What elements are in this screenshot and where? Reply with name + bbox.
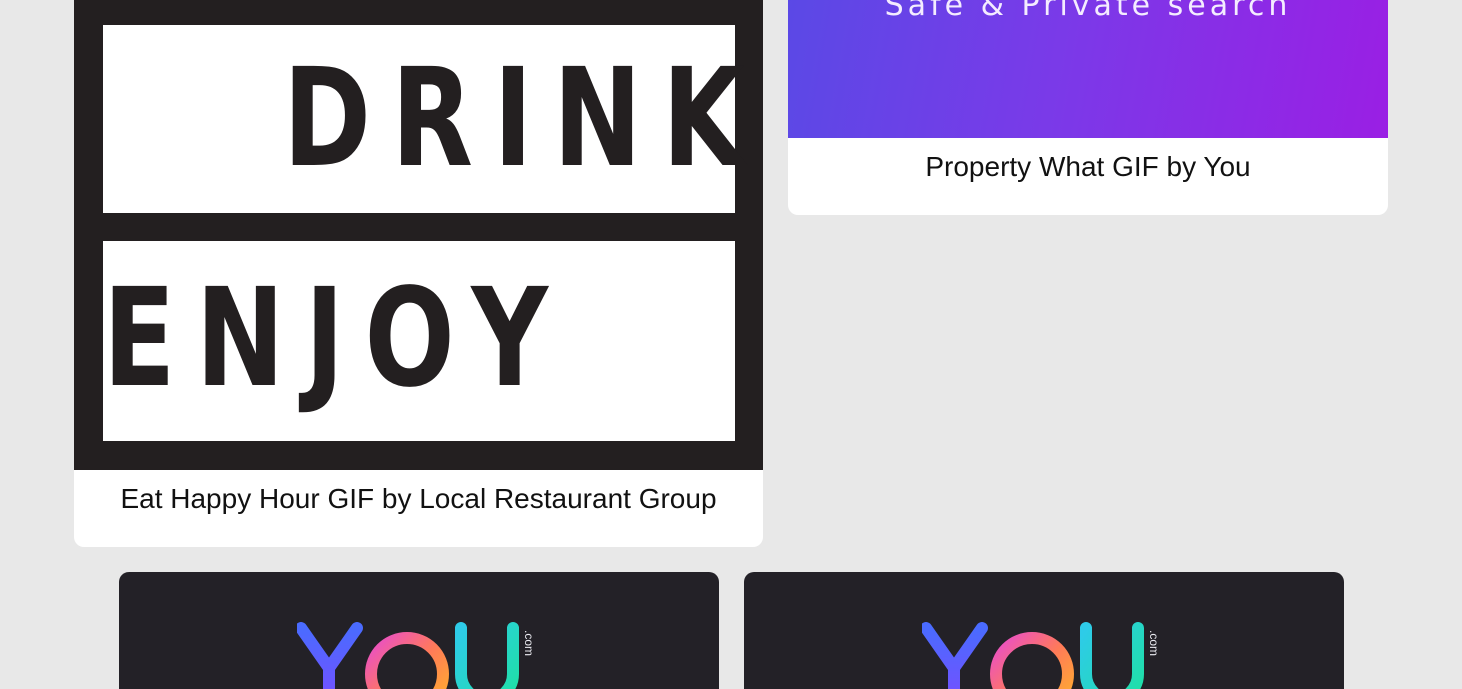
gif-results-page: DRINK ENJOY Eat Happy Hour GIF by Local … [0, 0, 1462, 689]
gif-card-property-what[interactable]: Safe & Private search Property What GIF … [788, 0, 1388, 215]
gif-caption[interactable]: Property What GIF by You [788, 151, 1388, 183]
you-logo-icon: .com [922, 622, 1161, 689]
gif-card-you-logo[interactable]: .com [744, 572, 1344, 689]
gif-caption[interactable]: Eat Happy Hour GIF by Local Restaurant G… [74, 483, 763, 515]
gif-panel-top: DRINK [103, 25, 744, 213]
gif-card-eat-happy-hour[interactable]: DRINK ENJOY Eat Happy Hour GIF by Local … [74, 0, 763, 547]
gif-word-enjoy: ENJOY [103, 260, 569, 418]
svg-text:.com: .com [522, 630, 536, 656]
gif-card-you-logo[interactable]: .com [119, 572, 719, 689]
svg-text:.com: .com [1147, 630, 1161, 656]
gif-overlay-text: Safe & Private search [884, 0, 1292, 23]
you-logo-icon: .com [297, 622, 536, 689]
gif-image-private-search[interactable]: Safe & Private search [788, 0, 1388, 138]
gif-word-drink: DRINK [283, 40, 763, 198]
gif-image-drink-enjoy[interactable]: DRINK ENJOY [74, 0, 763, 470]
gif-panel-bottom: ENJOY [103, 241, 735, 441]
